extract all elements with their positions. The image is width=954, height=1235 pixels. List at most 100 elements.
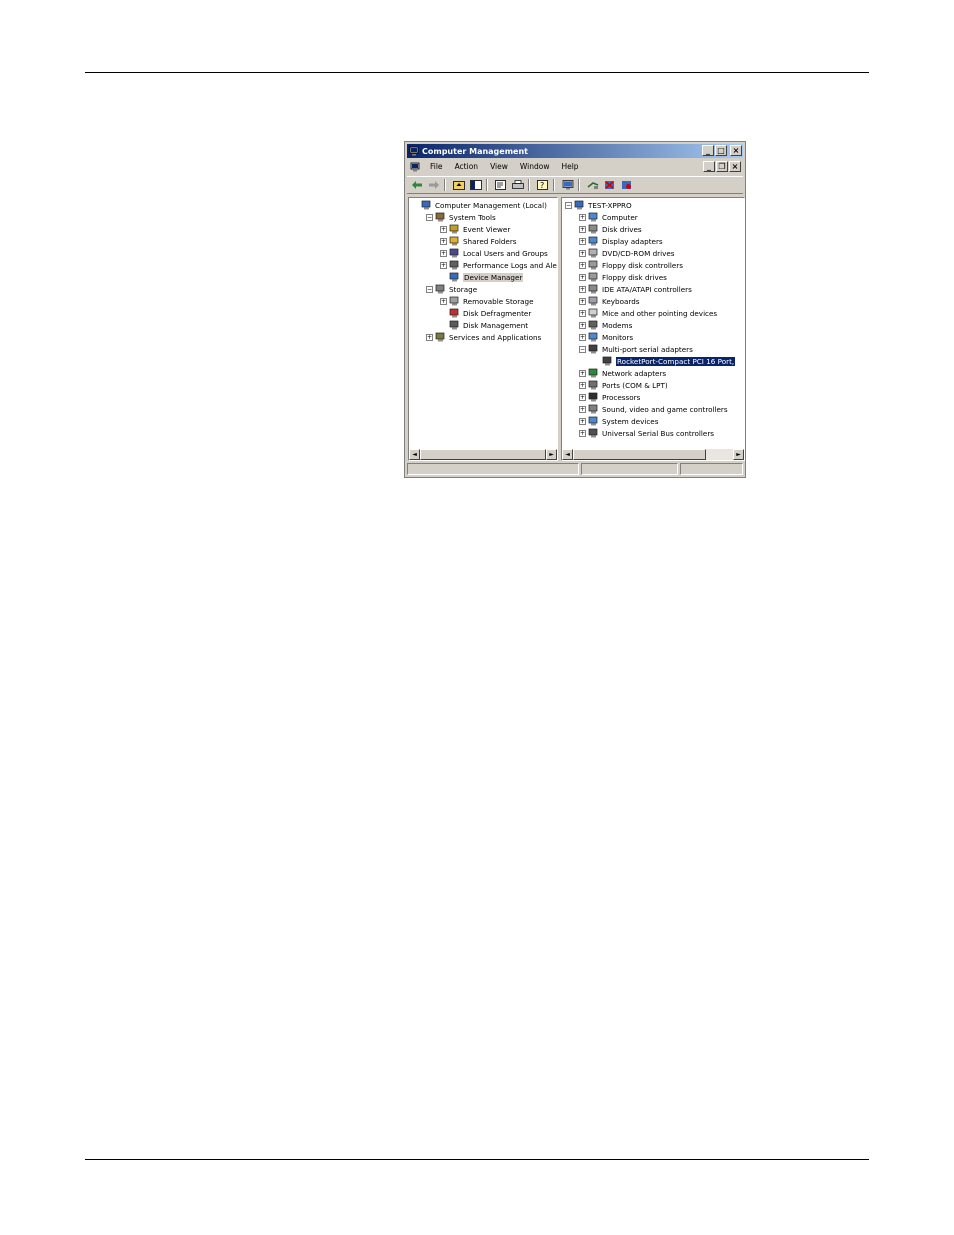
uninstall-button[interactable] — [603, 179, 617, 191]
tree-item[interactable]: + Monitors — [579, 331, 633, 343]
collapse-button[interactable]: − — [579, 345, 586, 353]
tree-item[interactable]: + Floppy disk drives — [579, 271, 667, 283]
expand-button[interactable]: + — [579, 273, 586, 281]
tree-item[interactable]: − Storage — [426, 283, 477, 295]
expand-button[interactable]: + — [579, 261, 586, 269]
tree-item[interactable]: + Event Viewer — [440, 223, 510, 235]
collapse-button[interactable]: − — [426, 285, 433, 293]
expand-button[interactable]: + — [440, 261, 447, 269]
title-bar[interactable]: Computer Management _ □ × — [407, 144, 743, 158]
expand-button[interactable]: + — [579, 393, 586, 401]
tree-item[interactable]: + Processors — [579, 391, 640, 403]
expand-button[interactable]: + — [579, 249, 586, 257]
tree-item[interactable]: Disk Management — [440, 319, 528, 331]
tree-item[interactable]: + Modems — [579, 319, 632, 331]
tree-item[interactable]: Device Manager — [440, 271, 524, 283]
scroll-thumb[interactable] — [420, 449, 546, 460]
expand-button[interactable]: + — [579, 381, 586, 389]
print-button[interactable] — [511, 179, 525, 191]
services-icon — [435, 332, 445, 342]
left-horizontal-scrollbar[interactable]: ◄ ► — [409, 449, 557, 460]
expand-button[interactable]: + — [440, 297, 447, 305]
scroll-right-arrow[interactable]: ► — [733, 449, 744, 460]
console-tree-pane[interactable]: Computer Management (Local) − System Tools… — [408, 197, 558, 461]
scroll-right-arrow[interactable]: ► — [546, 449, 557, 460]
expand-button[interactable]: + — [579, 237, 586, 245]
scroll-left-arrow[interactable]: ◄ — [409, 449, 420, 460]
close-button[interactable]: × — [730, 145, 742, 156]
menu-help[interactable]: Help — [555, 162, 584, 171]
tree-item[interactable]: + Mice and other pointing devices — [579, 307, 717, 319]
tree-item[interactable]: + System devices — [579, 415, 658, 427]
tree-item[interactable]: + Local Users and Groups — [440, 247, 548, 259]
expand-button[interactable]: + — [579, 429, 586, 437]
expand-button[interactable]: + — [440, 249, 447, 257]
collapse-button[interactable]: − — [565, 201, 572, 209]
device-tree-pane[interactable]: − TEST-XPPRO + Computer + Disk drives + Display… — [561, 197, 745, 461]
tree-item-label: Performance Logs and Alerts — [463, 260, 558, 270]
expand-button[interactable]: + — [440, 225, 447, 233]
tree-item[interactable]: + Display adapters — [579, 235, 663, 247]
scan-hardware-button[interactable] — [586, 179, 600, 191]
menu-view[interactable]: View — [484, 162, 514, 171]
expand-button[interactable]: + — [579, 213, 586, 221]
expand-button[interactable]: + — [579, 225, 586, 233]
menu-window[interactable]: Window — [514, 162, 556, 171]
tree-item-label: System Tools — [449, 212, 496, 222]
expand-button[interactable]: + — [579, 285, 586, 293]
menu-file[interactable]: File — [424, 162, 449, 171]
tree-item[interactable]: RocketPort-Compact PCI 16 Port, — [593, 355, 736, 367]
expand-button[interactable]: + — [579, 417, 586, 425]
scroll-left-arrow[interactable]: ◄ — [562, 449, 573, 460]
expand-button[interactable]: + — [579, 297, 586, 305]
expand-button[interactable]: + — [440, 237, 447, 245]
up-button[interactable] — [452, 179, 466, 191]
right-horizontal-scrollbar[interactable]: ◄ ► — [562, 449, 744, 460]
menu-action[interactable]: Action — [449, 162, 485, 171]
show-hide-tree-button[interactable] — [469, 179, 483, 191]
mmc-document-icon[interactable] — [410, 162, 420, 172]
tree-item[interactable]: Disk Defragmenter — [440, 307, 531, 319]
forward-button[interactable] — [427, 179, 441, 191]
tree-item[interactable]: + Computer — [579, 211, 638, 223]
expand-button[interactable]: + — [579, 321, 586, 329]
tree-item[interactable]: + Disk drives — [579, 223, 642, 235]
tree-item[interactable]: − Multi-port serial adapters — [579, 343, 693, 355]
minimize-button[interactable]: _ — [702, 145, 714, 156]
disable-button[interactable] — [620, 179, 634, 191]
tree-item-label: Disk drives — [602, 224, 642, 234]
tree-item[interactable]: + Network adapters — [579, 367, 666, 379]
tree-item[interactable]: + Removable Storage — [440, 295, 534, 307]
mdi-close-button[interactable]: × — [729, 161, 741, 172]
tree-item[interactable]: + Services and Applications — [426, 331, 541, 343]
tree-item[interactable]: + Shared Folders — [440, 235, 517, 247]
tree-item[interactable]: Computer Management (Local) — [412, 199, 547, 211]
help-button[interactable]: ? — [536, 179, 550, 191]
expand-button[interactable]: + — [579, 333, 586, 341]
floppy-drive-icon — [588, 272, 598, 282]
tree-item[interactable]: − TEST-XPPRO — [565, 199, 632, 211]
mdi-restore-button[interactable]: ❐ — [716, 161, 728, 172]
scroll-thumb[interactable] — [573, 449, 706, 460]
maximize-button[interactable]: □ — [715, 145, 727, 156]
back-button[interactable] — [410, 179, 424, 191]
expand-button[interactable]: + — [579, 309, 586, 317]
device-manager-button[interactable] — [561, 179, 575, 191]
tree-item[interactable]: + Ports (COM & LPT) — [579, 379, 668, 391]
expand-button[interactable]: + — [579, 369, 586, 377]
tree-item[interactable]: + Sound, video and game controllers — [579, 403, 728, 415]
tree-item[interactable]: − System Tools — [426, 211, 496, 223]
computer-icon — [421, 200, 431, 210]
mdi-minimize-button[interactable]: _ — [703, 161, 715, 172]
collapse-button[interactable]: − — [426, 213, 433, 221]
tree-item[interactable]: + Universal Serial Bus controllers — [579, 427, 714, 439]
tree-item[interactable]: + IDE ATA/ATAPI controllers — [579, 283, 692, 295]
tree-item[interactable]: + Performance Logs and Alerts — [440, 259, 558, 271]
properties-button[interactable] — [494, 179, 508, 191]
expand-button[interactable]: + — [579, 405, 586, 413]
tree-item-label: Processors — [602, 392, 641, 402]
tree-item[interactable]: + Keyboards — [579, 295, 640, 307]
tree-item[interactable]: + DVD/CD-ROM drives — [579, 247, 675, 259]
expand-button[interactable]: + — [426, 333, 433, 341]
tree-item[interactable]: + Floppy disk controllers — [579, 259, 683, 271]
